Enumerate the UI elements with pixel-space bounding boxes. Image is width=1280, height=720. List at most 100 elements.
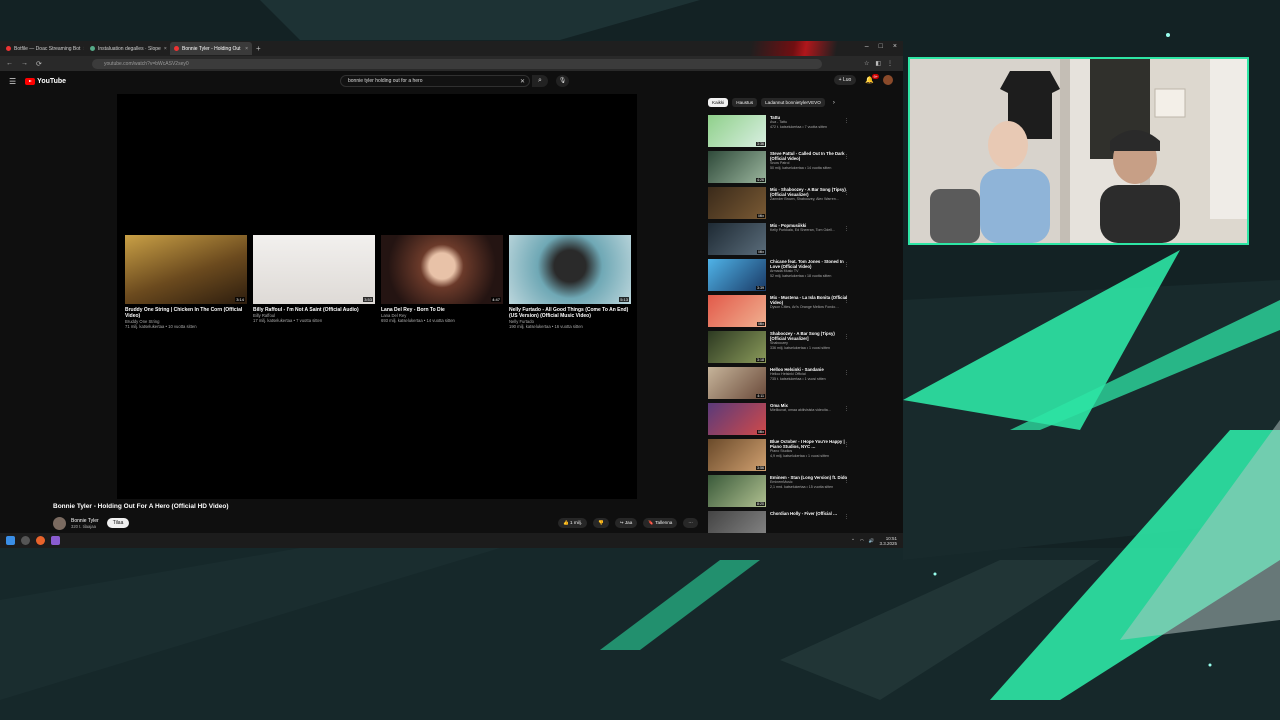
tray-icon[interactable]: ⌃ bbox=[851, 538, 855, 544]
recommendation-thumbnail[interactable]: 8:20 bbox=[708, 475, 766, 507]
recommendation-title[interactable]: Chordian Holly - Fiver (Official … bbox=[770, 511, 848, 516]
back-icon[interactable]: ← bbox=[6, 60, 13, 68]
extensions-icon[interactable]: ◧ bbox=[875, 60, 881, 67]
reload-icon[interactable]: ⟳ bbox=[36, 60, 42, 68]
clock[interactable]: 10:51 3.3.2025 bbox=[879, 536, 897, 546]
share-button[interactable]: ↪ Jaa bbox=[614, 518, 638, 528]
tab-label: Instaluation degalles · Slope bbox=[98, 45, 161, 52]
search-taskbar-icon[interactable] bbox=[21, 536, 30, 545]
twitch-taskbar-icon[interactable] bbox=[51, 536, 60, 545]
recommendation-thumbnail[interactable]: 4:11 bbox=[708, 367, 766, 399]
youtube-logo[interactable]: YouTube bbox=[25, 77, 66, 85]
endscreen-card[interactable]: 4:47 Lana Del Rey - Born To Die Lana Del… bbox=[381, 235, 503, 329]
channel-avatar[interactable] bbox=[53, 516, 66, 530]
like-button[interactable]: 👍 1 milj. bbox=[558, 518, 587, 528]
recommendation-title[interactable]: Mix - Mustena - La Isla Bonita (Official… bbox=[770, 295, 848, 305]
notifications-bell-icon[interactable]: 🔔 9+ bbox=[865, 74, 879, 84]
chip[interactable]: Ladannut bonnietylerVEVO bbox=[761, 98, 825, 107]
recommendation-item[interactable]: 3:56 Blue October - I Hope You're Happy |… bbox=[708, 439, 853, 475]
recommendation-title[interactable]: Steve Pattul - Called Out In The Dark (O… bbox=[770, 151, 848, 161]
more-options-icon[interactable]: ⋮ bbox=[844, 370, 849, 376]
more-options-icon[interactable]: ⋮ bbox=[844, 442, 849, 448]
recommendation-item[interactable]: 4:26 Steve Pattul - Called Out In The Dar… bbox=[708, 151, 853, 187]
chip-all[interactable]: Kaikki bbox=[708, 98, 729, 107]
more-options-icon[interactable]: ⋮ bbox=[844, 478, 849, 484]
recommendation-thumbnail[interactable]: 3:39 bbox=[708, 259, 766, 291]
browser-tab-active[interactable]: Bonnie Tyler - Holding Out × bbox=[170, 42, 252, 55]
endscreen-meta: 17 milj. katselukertaa • 7 vuotta sitten bbox=[253, 318, 323, 323]
more-options-icon[interactable]: ⋮ bbox=[844, 118, 849, 124]
recommendation-title[interactable]: Chicane feat. Tom Jones - Stoned In Love… bbox=[770, 259, 848, 269]
recommendation-item[interactable]: 3:18 Shaboozey - A Bar Song (Tipsy) [Offi… bbox=[708, 331, 853, 367]
more-options-icon[interactable]: ⋮ bbox=[844, 262, 849, 268]
recommendation-thumbnail[interactable]: 3:56 bbox=[708, 439, 766, 471]
search-input[interactable]: bonnie tyler holding out for a hero ✕ bbox=[340, 75, 530, 87]
more-options-icon[interactable]: ⋮ bbox=[844, 154, 849, 160]
close-window-icon[interactable]: × bbox=[893, 43, 897, 50]
chip[interactable]: Haustus bbox=[732, 98, 758, 107]
recommendation-item[interactable]: 8:20 Eminem - Stan (Long Version) ft. Did… bbox=[708, 475, 853, 511]
create-button[interactable]: + Luo bbox=[833, 75, 857, 85]
recommendation-thumbnail[interactable]: 4:26 bbox=[708, 151, 766, 183]
new-tab-icon[interactable]: + bbox=[256, 44, 261, 53]
thumbs-down-icon: 👎 bbox=[598, 520, 604, 525]
url-field[interactable]: youtube.com/watch?v=bWcASV2sey0 bbox=[92, 58, 822, 69]
dislike-button[interactable]: 👎 bbox=[593, 518, 609, 528]
browser-menu-icon[interactable]: ⋮ bbox=[887, 60, 893, 67]
save-button[interactable]: 🔖 Tallenna bbox=[643, 518, 678, 528]
browser-tab[interactable]: Botfile — Doac Streaming Bot × bbox=[2, 42, 84, 55]
recommendation-thumbnail[interactable]: Mix bbox=[708, 187, 766, 219]
recommendation-title[interactable]: Shaboozey - A Bar Song (Tipsy) [Official… bbox=[770, 331, 848, 341]
wifi-icon[interactable]: ◠ bbox=[860, 538, 864, 544]
more-options-icon[interactable]: ⋮ bbox=[844, 406, 849, 412]
recommendation-thumbnail[interactable]: 3:36 bbox=[708, 115, 766, 147]
recommendation-channel: Zannder Brown, Shaboozey, Alex Warren… bbox=[770, 197, 840, 201]
recommendation-thumbnail[interactable]: Mix bbox=[708, 403, 766, 435]
windows-start-icon[interactable] bbox=[6, 536, 15, 545]
more-options-icon[interactable]: ⋮ bbox=[844, 334, 849, 340]
account-avatar[interactable] bbox=[883, 75, 893, 85]
recommendation-title[interactable]: Mix - Shaboozey - A Bar Song (Tipsy) (Of… bbox=[770, 187, 848, 197]
tab-close-icon[interactable]: × bbox=[83, 46, 84, 52]
endscreen-card[interactable]: 5:13 Nelly Furtado - All Good Things (Co… bbox=[509, 235, 631, 329]
chevron-right-icon[interactable]: › bbox=[833, 100, 835, 106]
subscribe-button[interactable]: Tilaa bbox=[106, 518, 130, 528]
more-options-icon[interactable]: ⋮ bbox=[844, 514, 849, 520]
endscreen-card[interactable]: 3:53 Billy Raffoul - I'm Not A Saint (Of… bbox=[253, 235, 375, 329]
channel-name[interactable]: Bonnie Tyler bbox=[71, 518, 99, 524]
recommendation-item[interactable]: 3:39 Chicane feat. Tom Jones - Stoned In … bbox=[708, 259, 853, 295]
browser-tab[interactable]: Instaluation degalles · Slope × bbox=[86, 42, 168, 55]
recommendation-thumbnail[interactable]: Mix bbox=[708, 295, 766, 327]
video-player[interactable]: 3:14 Bruddy One String | Chicken In The … bbox=[117, 94, 637, 499]
more-options-icon[interactable]: ⋮ bbox=[844, 226, 849, 232]
recommendation-thumbnail[interactable]: 3:18 bbox=[708, 331, 766, 363]
recommendation-title[interactable]: Blue October - I Hope You're Happy | Pia… bbox=[770, 439, 848, 449]
tab-close-icon[interactable]: × bbox=[164, 46, 167, 52]
more-actions-button[interactable]: ⋯ bbox=[683, 518, 698, 528]
recommendation-item[interactable]: Mix Mix - Shaboozey - A Bar Song (Tipsy) … bbox=[708, 187, 853, 223]
recommendation-item[interactable]: Mix Mix - Popmusiikki Kelly Purkkala, Ed S… bbox=[708, 223, 853, 259]
tab-label: Bonnie Tyler - Holding Out bbox=[182, 45, 241, 52]
recommendation-info: Blue October - I Hope You're Happy | Pia… bbox=[770, 439, 848, 475]
recommendation-item[interactable]: 3:36 Tattu Ava - Tattu 472 t. katselukertaa… bbox=[708, 115, 853, 151]
webcam-overlay bbox=[908, 57, 1249, 245]
youtube-play-icon bbox=[25, 77, 36, 85]
browser-taskbar-icon[interactable] bbox=[36, 536, 45, 545]
recommendation-thumbnail[interactable]: Mix bbox=[708, 223, 766, 255]
search-button[interactable]: ⌕ bbox=[532, 75, 548, 87]
recommendation-item[interactable]: Mix Mix - Mustena - La Isla Bonita (Offic… bbox=[708, 295, 853, 331]
bookmark-star-icon[interactable]: ☆ bbox=[864, 60, 869, 67]
minimize-icon[interactable]: – bbox=[865, 43, 869, 50]
clear-search-icon[interactable]: ✕ bbox=[520, 78, 525, 85]
more-options-icon[interactable]: ⋮ bbox=[844, 190, 849, 196]
volume-icon[interactable]: 🔊 bbox=[869, 538, 875, 544]
recommendation-item[interactable]: Mix Oma Mix Mielikuvat, omaa aktiivisista … bbox=[708, 403, 853, 439]
maximize-icon[interactable]: □ bbox=[879, 43, 883, 50]
endscreen-card[interactable]: 3:14 Bruddy One String | Chicken In The … bbox=[125, 235, 247, 329]
more-options-icon[interactable]: ⋮ bbox=[844, 298, 849, 304]
tab-close-icon[interactable]: × bbox=[245, 46, 248, 52]
forward-icon[interactable]: → bbox=[21, 60, 28, 68]
voice-search-button[interactable]: 🎙 bbox=[556, 75, 569, 87]
recommendation-item[interactable]: 4:11 Helloo Helsinki - Sandanie Helloo Hel… bbox=[708, 367, 853, 403]
menu-hamburger-icon[interactable]: ☰ bbox=[9, 77, 16, 86]
